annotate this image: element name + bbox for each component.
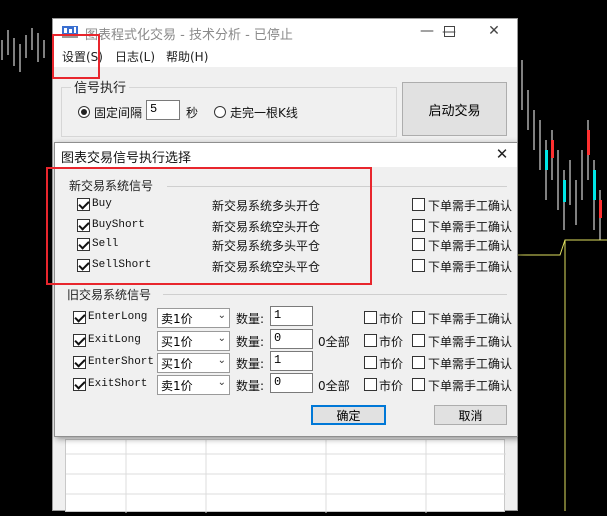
manual-confirm-entershort[interactable] [412,356,425,369]
manual-confirm-label-sell: 下单需手工确认 [428,239,513,253]
menu-log[interactable]: 日志(L) [115,48,155,65]
checkbox-enterlong[interactable] [73,311,86,324]
old-signals-separator [163,294,507,295]
maximize-icon [443,25,455,37]
price-select-value: 卖1价 [161,379,193,393]
chevron-down-icon: ⌄ [217,355,226,366]
new-signals-highlight-box [46,167,372,285]
close-button[interactable]: ✕ [472,18,516,44]
checkbox-exitshort[interactable] [73,378,86,391]
qty-label-enterlong: 数量: [236,312,265,326]
price-select-enterlong[interactable]: 卖1价 ⌄ [157,308,230,328]
manual-confirm-label-buy: 下单需手工确认 [428,199,513,213]
manual-confirm-label-sellshort: 下单需手工确认 [428,260,513,274]
ok-button[interactable]: 确定 [311,405,386,425]
price-select-entershort[interactable]: 买1价 ⌄ [157,353,230,373]
fixed-interval-label: 固定间隔 [94,106,143,120]
checkbox-entershort[interactable] [73,356,86,369]
all-label-exitshort: 0全部 [318,379,350,393]
market-label-enterlong: 市价 [379,312,404,326]
log-panel [65,439,506,513]
dialog-title-bar[interactable]: 图表交易信号执行选择 ✕ [55,143,517,167]
start-trade-button[interactable]: 启动交易 [402,82,507,136]
qty-input-exitlong[interactable]: 0 [270,329,313,349]
price-select-value: 买1价 [161,357,193,371]
cancel-button[interactable]: 取消 [434,405,507,425]
manual-confirm-label-exitlong: 下单需手工确认 [428,335,513,349]
chevron-down-icon: ⌄ [217,333,226,344]
qty-input-exitshort[interactable]: 0 [270,373,313,393]
price-select-exitshort[interactable]: 卖1价 ⌄ [157,375,230,395]
qty-input-enterlong[interactable]: 1 [270,306,313,326]
chevron-down-icon: ⌄ [217,310,226,321]
old-signals-label: 旧交易系统信号 [67,288,152,302]
qty-label-exitlong: 数量: [236,335,265,349]
log-grid [66,440,506,513]
settings-highlight-box [52,34,100,79]
close-icon: ✕ [488,23,500,39]
signal-name-entershort: EnterShort [88,356,155,368]
manual-confirm-label-buyshort: 下单需手工确认 [428,220,513,234]
fixed-interval-radio[interactable] [78,106,90,118]
manual-confirm-buyshort[interactable] [412,219,425,232]
seconds-label: 秒 [186,106,199,120]
menu-bar: 设置(S) 日志(L) 帮助(H) [53,45,517,67]
market-checkbox-enterlong[interactable] [364,311,377,324]
manual-confirm-label-enterlong: 下单需手工确认 [428,312,513,326]
manual-confirm-exitshort[interactable] [412,378,425,391]
chevron-down-icon: ⌄ [217,377,226,388]
price-select-value: 卖1价 [161,312,193,326]
market-checkbox-exitshort[interactable] [364,378,377,391]
price-select-value: 买1价 [161,335,193,349]
manual-confirm-label-exitshort: 下单需手工确认 [428,379,513,393]
qty-label-entershort: 数量: [236,357,265,371]
manual-confirm-sell[interactable] [412,238,425,251]
maximize-button[interactable] [427,18,471,44]
market-checkbox-exitlong[interactable] [364,334,377,347]
checkbox-exitlong[interactable] [73,334,86,347]
market-checkbox-entershort[interactable] [364,356,377,369]
manual-confirm-exitlong[interactable] [412,334,425,347]
signal-name-exitshort: ExitShort [88,378,148,390]
dialog-title: 图表交易信号执行选择 [61,151,192,166]
window-title: 图表程式化交易 - 技术分析 - 已停止 [85,28,293,43]
qty-label-exitshort: 数量: [236,379,265,393]
qty-input-entershort[interactable]: 1 [270,351,313,371]
menu-help[interactable]: 帮助(H) [166,48,208,65]
signal-name-enterlong: EnterLong [88,311,148,323]
manual-confirm-buy[interactable] [412,198,425,211]
all-label-exitlong: 0全部 [318,335,350,349]
after-bar-radio[interactable] [214,106,226,118]
dialog-close-icon[interactable]: ✕ [493,145,511,163]
manual-confirm-label-entershort: 下单需手工确认 [428,357,513,371]
market-label-entershort: 市价 [379,357,404,371]
manual-confirm-enterlong[interactable] [412,311,425,324]
market-label-exitlong: 市价 [379,335,404,349]
after-bar-label: 走完一根K线 [230,106,298,120]
signal-exec-label: 信号执行 [71,77,130,96]
price-select-exitlong[interactable]: 买1价 ⌄ [157,331,230,351]
manual-confirm-sellshort[interactable] [412,259,425,272]
signal-name-exitlong: ExitLong [88,334,141,346]
interval-input[interactable]: 5 [146,100,180,120]
market-label-exitshort: 市价 [379,379,404,393]
